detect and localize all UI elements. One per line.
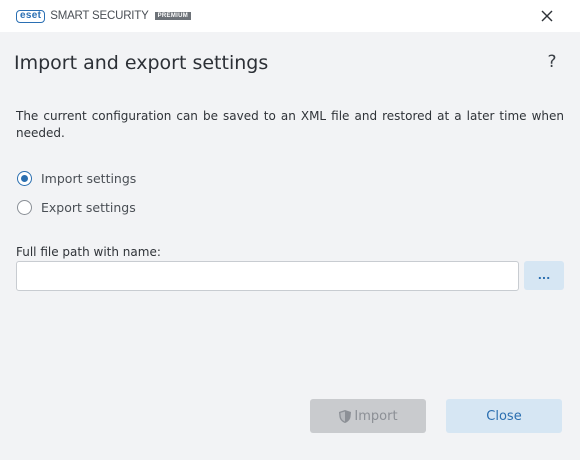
page-title: Import and export settings <box>14 52 269 74</box>
help-button[interactable]: ? <box>542 52 562 74</box>
import-button-label: Import <box>354 408 398 424</box>
export-settings-radio[interactable] <box>17 200 32 215</box>
import-settings-label: Import settings <box>41 171 137 186</box>
import-settings-radio[interactable] <box>17 171 32 186</box>
export-settings-option[interactable]: Export settings <box>17 200 136 215</box>
product-brand: eset SMART SECURITY PREMIUM <box>16 9 192 23</box>
shield-icon <box>338 409 352 424</box>
file-path-label: Full file path with name: <box>16 245 161 259</box>
window-close-button[interactable] <box>536 6 558 26</box>
close-button[interactable]: Close <box>446 399 562 433</box>
browse-button[interactable]: ... <box>524 261 564 290</box>
export-settings-label: Export settings <box>41 200 136 215</box>
product-name: SMART SECURITY <box>50 10 149 22</box>
description-text: The current configuration can be saved t… <box>16 109 564 140</box>
import-settings-option[interactable]: Import settings <box>17 171 136 186</box>
close-icon <box>541 10 553 22</box>
title-bar: eset SMART SECURITY PREMIUM <box>0 0 580 32</box>
import-button[interactable]: Import <box>310 399 426 433</box>
file-path-input[interactable] <box>16 261 519 291</box>
eset-logo: eset <box>16 9 46 23</box>
edition-badge: PREMIUM <box>154 12 192 20</box>
